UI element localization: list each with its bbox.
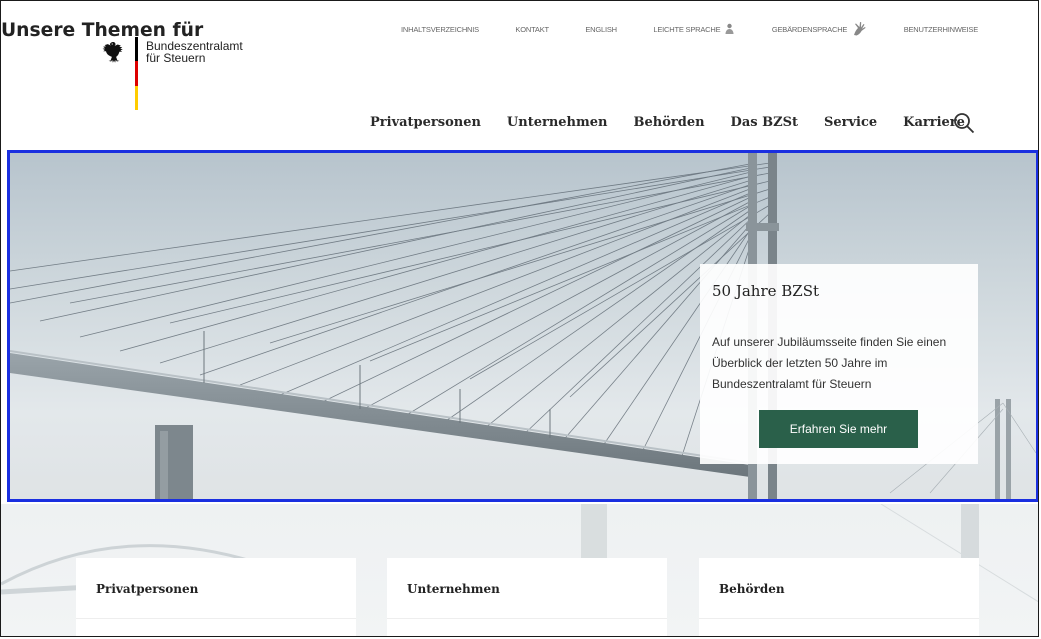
promo-title: 50 Jahre BZSt <box>712 282 820 300</box>
theme-card-privatpersonen[interactable]: Privatpersonen <box>76 558 356 636</box>
card-divider <box>699 618 979 619</box>
learn-more-button[interactable]: Erfahren Sie mehr <box>759 410 918 448</box>
theme-card-title: Behörden <box>719 582 785 596</box>
german-flag-bar <box>135 37 138 110</box>
service-link-leichte-sprache[interactable]: LEICHTE SPRACHE <box>653 23 735 35</box>
logo-text: Bundeszentralamt für Steuern <box>146 40 243 110</box>
promo-text: Auf unserer Jubiläumsseite finden Sie ei… <box>712 335 947 391</box>
nav-das-bzst[interactable]: Das BZSt <box>731 115 798 130</box>
service-link-label: BENUTZERHINWEISE <box>903 24 979 34</box>
theme-card-title: Unternehmen <box>407 582 500 596</box>
nav-service[interactable]: Service <box>824 115 877 130</box>
bzst-logo[interactable]: Bundeszentralamt für Steuern <box>99 37 243 110</box>
nav-behoerden[interactable]: Behörden <box>634 115 705 130</box>
service-link-english[interactable]: ENGLISH <box>585 25 617 34</box>
service-link-label: ENGLISH <box>585 24 617 34</box>
theme-card-unternehmen[interactable]: Unternehmen <box>387 558 667 636</box>
card-divider <box>387 618 667 619</box>
service-link-label: INHALTSVERZEICHNIS <box>401 24 479 34</box>
nav-unternehmen[interactable]: Unternehmen <box>507 115 608 130</box>
service-link-inhaltsverzeichnis[interactable]: INHALTSVERZEICHNIS <box>401 25 479 34</box>
nav-privatpersonen[interactable]: Privatpersonen <box>370 115 481 130</box>
service-link-benutzerhinweise[interactable]: BENUTZERHINWEISE <box>903 24 979 34</box>
theme-card-title: Privatpersonen <box>96 582 199 596</box>
service-navigation: INHALTSVERZEICHNIS KONTAKT ENGLISH LEICH… <box>401 21 978 37</box>
theme-card-behoerden[interactable]: Behörden <box>699 558 979 636</box>
federal-eagle-icon <box>102 42 123 63</box>
main-navigation: Privatpersonen Unternehmen Behörden Das … <box>370 115 991 130</box>
service-link-label: KONTAKT <box>515 24 549 34</box>
anniversary-promo-box: 50 Jahre BZSt Auf unserer Jubiläumsseite… <box>700 264 978 464</box>
sign-language-icon <box>854 22 866 36</box>
easy-language-icon <box>725 23 734 34</box>
page: Bundeszentralamt für Steuern INHALTSVERZ… <box>0 0 1039 637</box>
search-icon[interactable] <box>953 112 975 134</box>
logo-line2: für Steuern <box>146 51 206 65</box>
service-link-label: GEBÄRDENSPRACHE <box>771 24 848 34</box>
service-link-label: LEICHTE SPRACHE <box>653 24 721 34</box>
service-link-kontakt[interactable]: KONTAKT <box>515 24 549 34</box>
card-divider <box>76 618 356 619</box>
service-link-gebaerdensprache[interactable]: GEBÄRDENSPRACHE <box>772 21 867 37</box>
